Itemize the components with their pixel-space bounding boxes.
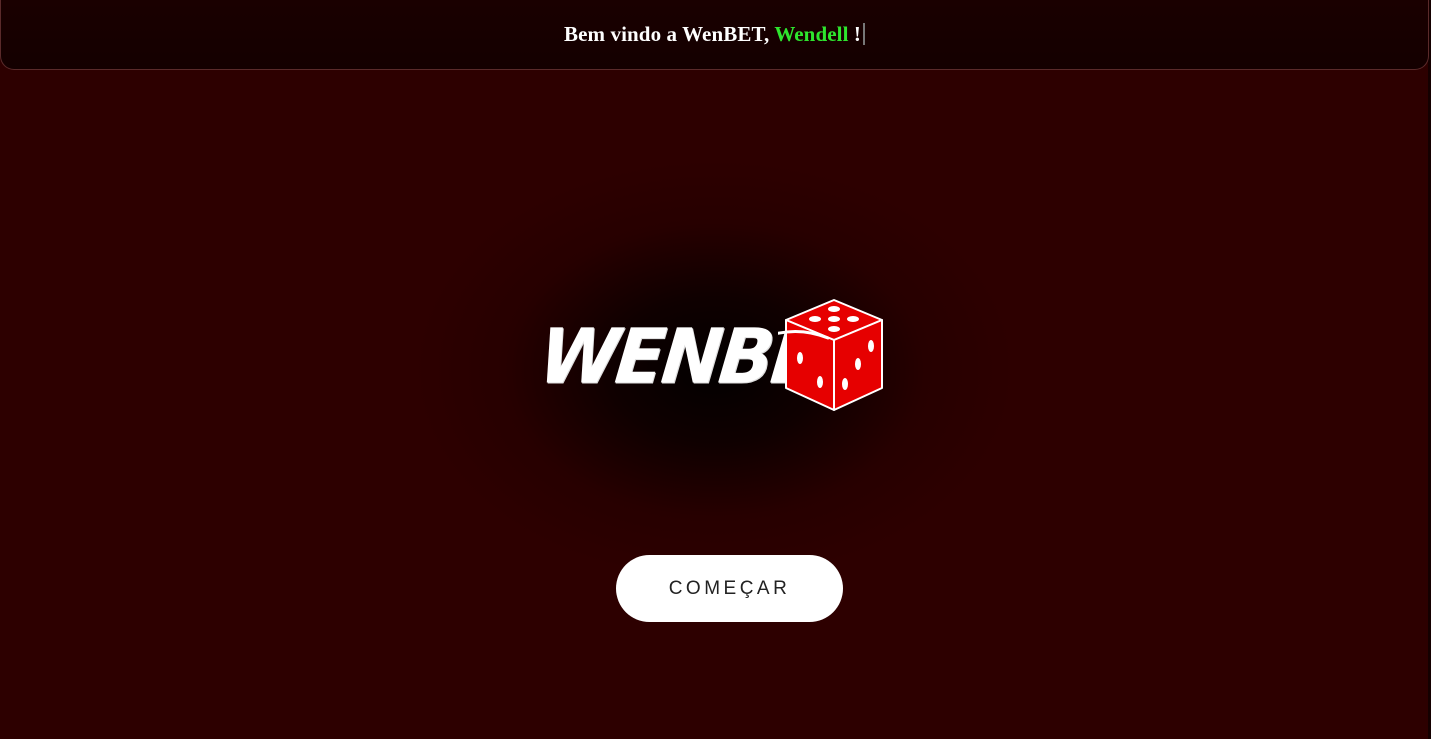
text-cursor [862,23,865,45]
top-bar: Bem vindo a WenBET, Wendell ! [0,0,1429,70]
welcome-message: Bem vindo a WenBET, Wendell ! [564,22,865,47]
welcome-prefix: Bem vindo a WenBET, [564,22,775,46]
start-button[interactable]: COMEÇAR [616,555,843,622]
dice-icon [778,299,883,411]
username: Wendell [774,22,849,46]
welcome-suffix: ! [848,22,861,46]
wenbet-logo: WENBET [535,296,890,414]
